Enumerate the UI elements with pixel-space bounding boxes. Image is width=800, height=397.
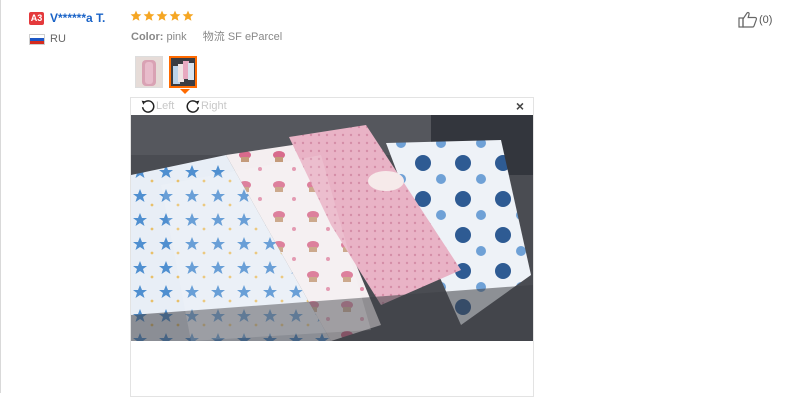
thumbs-up-icon: [738, 11, 758, 28]
color-label: Color:: [131, 31, 164, 43]
rotate-right-label: Right: [201, 100, 227, 112]
russia-flag-icon: [29, 34, 45, 45]
order-attributes: Color: pink 物流 SF eParcel: [131, 30, 282, 44]
rotate-right-icon: [186, 100, 200, 113]
star-icon: [169, 10, 181, 21]
buyer-level-badge: A3: [29, 12, 44, 25]
star-icon: [156, 10, 168, 21]
selected-thumbnail-pointer: [180, 89, 190, 94]
color-value: pink: [166, 31, 187, 43]
reviewer-country: RU: [50, 33, 66, 45]
star-icon: [143, 10, 155, 21]
shipping-label: 物流: [202, 31, 225, 43]
like-count: (0): [759, 13, 773, 26]
close-viewer-button[interactable]: ×: [516, 99, 524, 113]
star-rating: [130, 10, 194, 22]
star-icon: [182, 10, 194, 21]
review-photo-thumbnail-2[interactable]: [169, 56, 197, 88]
rotate-left-icon: [141, 100, 155, 113]
star-icon: [130, 10, 142, 21]
shipping-value: SF eParcel: [227, 31, 283, 43]
photo-viewer: Left Right ×: [130, 97, 534, 397]
like-button[interactable]: (0): [738, 11, 772, 28]
review-photo-thumbnail-1[interactable]: [135, 56, 163, 88]
rotate-left-label: Left: [156, 100, 175, 112]
left-border: [0, 0, 1, 393]
review-photo: [131, 115, 533, 341]
reviewer-name: V******a T.: [50, 11, 106, 25]
rotate-right-button[interactable]: Right: [185, 98, 227, 114]
rotate-left-button[interactable]: Left: [140, 98, 174, 114]
